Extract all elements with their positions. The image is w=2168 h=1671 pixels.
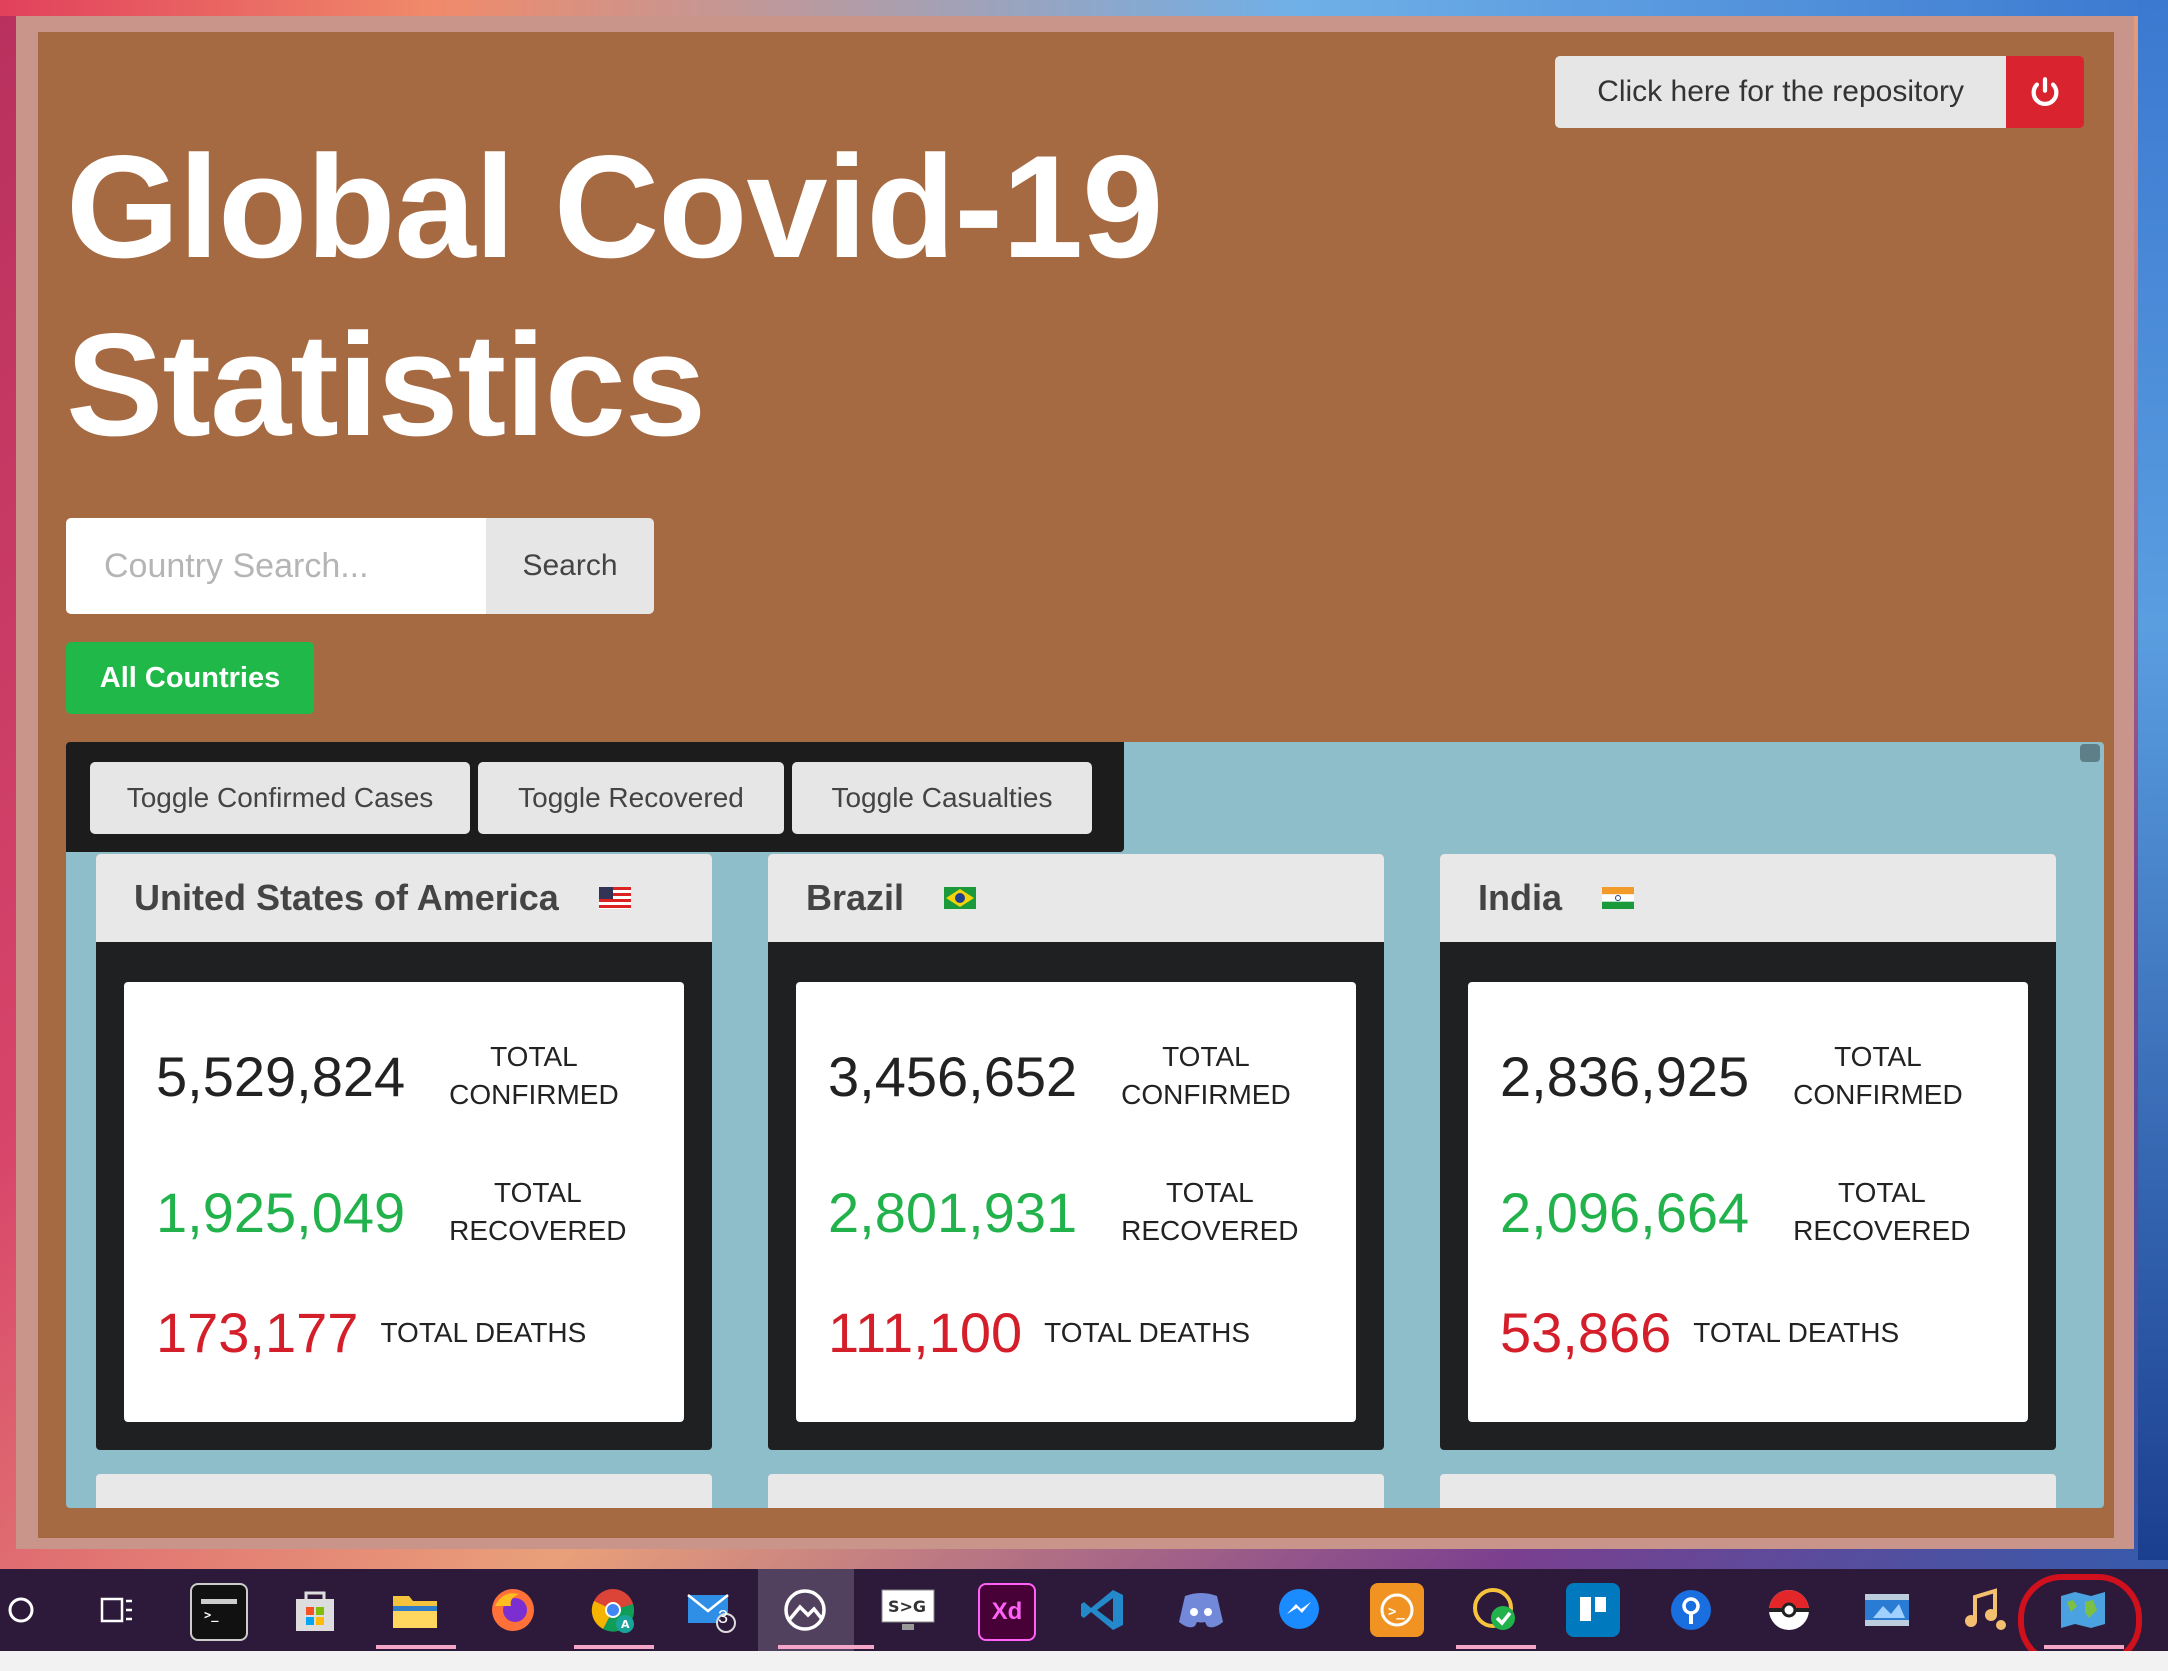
pokeball-icon[interactable]	[1762, 1583, 1816, 1637]
page-title: Global Covid-19 Statistics	[66, 118, 1366, 474]
search-group: Search	[66, 518, 654, 614]
recovered-row: 2,801,931 TOTAL RECOVERED	[828, 1174, 1299, 1250]
repo-group: Click here for the repository	[1555, 56, 2084, 128]
confirmed-value: 2,836,925	[1500, 1044, 1750, 1108]
stats-box: 2,836,925 TOTAL CONFIRMED 2,096,664 TOTAL…	[1468, 982, 2028, 1422]
svg-text:>_: >_	[1388, 1604, 1405, 1620]
music-icon[interactable]	[1958, 1583, 2012, 1637]
search-circle-icon[interactable]	[0, 1583, 48, 1637]
deaths-value: 111,100	[828, 1301, 1023, 1364]
country-card-partial	[96, 1474, 712, 1508]
stats-box: 5,529,824 TOTAL CONFIRMED 1,925,049 TOTAL…	[124, 982, 684, 1422]
recovered-row: 2,096,664 TOTAL RECOVERED	[1500, 1174, 1971, 1250]
svg-text:>_: >_	[204, 1608, 219, 1623]
power-icon	[2031, 77, 2059, 106]
deaths-row: 173,177 TOTAL DEATHS	[156, 1300, 586, 1365]
chrome-icon[interactable]: A	[586, 1583, 640, 1637]
country-card-partial	[768, 1474, 1384, 1508]
deaths-row: 111,100 TOTAL DEATHS	[828, 1300, 1250, 1365]
countries-panel[interactable]: Toggle Confirmed Cases Toggle Recovered …	[66, 742, 2104, 1508]
all-countries-button[interactable]: All Countries	[66, 642, 314, 714]
confirmed-row: 5,529,824 TOTAL CONFIRMED	[156, 1038, 619, 1114]
country-card-brazil: Brazil 3,456,652 TOTAL CONFIRMED 2,801,93…	[768, 854, 1384, 1450]
toggle-bar: Toggle Confirmed Cases Toggle Recovered …	[66, 742, 1124, 852]
country-search-input[interactable]	[66, 518, 486, 614]
taskbar: >_ A 3 S>G Xd >_	[0, 1569, 2168, 1651]
country-card-header: India	[1440, 854, 2056, 942]
photos-running-indicator	[778, 1645, 874, 1649]
deaths-value: 53,866	[1500, 1301, 1672, 1364]
app-body: Click here for the repository Global Cov…	[38, 32, 2114, 1538]
country-name: India	[1478, 877, 1563, 918]
confirmed-value: 3,456,652	[828, 1044, 1078, 1108]
recovered-value: 2,801,931	[828, 1180, 1078, 1244]
title-line-1: Global Covid-19	[66, 125, 1163, 288]
ssh-client-icon[interactable]: >_	[1370, 1583, 1424, 1637]
bottom-strip	[0, 1651, 2168, 1671]
checklist-running-indicator	[1456, 1645, 1536, 1649]
firefox-icon[interactable]	[486, 1583, 540, 1637]
chrome-running-indicator	[574, 1645, 654, 1649]
wallpaper-right	[2138, 0, 2168, 1560]
title-line-2: Statistics	[66, 303, 706, 466]
file-explorer-running-indicator	[376, 1645, 456, 1649]
svg-text:S>G: S>G	[888, 1597, 926, 1616]
country-card-header: United States of America	[96, 854, 712, 942]
keepass-icon[interactable]	[1664, 1583, 1718, 1637]
country-card-usa: United States of America 5,529,824 TOTAL…	[96, 854, 712, 1450]
store-icon[interactable]	[288, 1583, 342, 1637]
trello-icon[interactable]	[1566, 1583, 1620, 1637]
country-name: United States of America	[134, 877, 559, 918]
search-button[interactable]: Search	[486, 518, 654, 614]
country-card-header: Brazil	[768, 854, 1384, 942]
movie-maker-icon[interactable]	[1860, 1583, 1914, 1637]
task-view-icon[interactable]	[90, 1583, 144, 1637]
messenger-icon[interactable]	[1272, 1583, 1326, 1637]
confirmed-label: TOTAL CONFIRMED	[1793, 1041, 1963, 1110]
recovered-label: TOTAL RECOVERED	[449, 1177, 627, 1246]
terminal-icon[interactable]: >_	[190, 1583, 248, 1641]
mail-icon[interactable]: 3	[684, 1583, 738, 1637]
deaths-label: TOTAL DEATHS	[380, 1316, 587, 1348]
sg-app-icon[interactable]: S>G	[880, 1583, 936, 1637]
recovered-value: 2,096,664	[1500, 1180, 1750, 1244]
recovered-label: TOTAL RECOVERED	[1793, 1177, 1971, 1246]
usa-flag-icon	[598, 887, 631, 909]
photos-icon[interactable]	[778, 1583, 832, 1637]
adobe-xd-label: Xd	[991, 1598, 1023, 1625]
confirmed-row: 2,836,925 TOTAL CONFIRMED	[1500, 1038, 1963, 1114]
india-flag-icon	[1602, 887, 1635, 909]
svg-text:A: A	[621, 1618, 630, 1631]
wallpaper-top	[0, 0, 2168, 16]
discord-icon[interactable]	[1174, 1583, 1228, 1637]
confirmed-value: 5,529,824	[156, 1044, 406, 1108]
confirmed-row: 3,456,652 TOTAL CONFIRMED	[828, 1038, 1291, 1114]
country-name: Brazil	[806, 877, 905, 918]
country-card-partial	[1440, 1474, 2056, 1508]
confirmed-label: TOTAL CONFIRMED	[1121, 1041, 1291, 1110]
stats-box: 3,456,652 TOTAL CONFIRMED 2,801,931 TOTAL…	[796, 982, 1356, 1422]
confirmed-label: TOTAL CONFIRMED	[449, 1041, 619, 1110]
checklist-icon[interactable]	[1468, 1583, 1522, 1637]
app-window: Click here for the repository Global Cov…	[16, 16, 2134, 1549]
toggle-casualties-button[interactable]: Toggle Casualties	[792, 762, 1092, 834]
recovered-value: 1,925,049	[156, 1180, 406, 1244]
recovered-label: TOTAL RECOVERED	[1121, 1177, 1299, 1246]
deaths-row: 53,866 TOTAL DEATHS	[1500, 1300, 1899, 1365]
deaths-label: TOTAL DEATHS	[1693, 1316, 1900, 1348]
repository-button[interactable]: Click here for the repository	[1555, 56, 2006, 128]
power-button[interactable]	[2006, 56, 2084, 128]
deaths-label: TOTAL DEATHS	[1044, 1316, 1251, 1348]
toggle-recovered-button[interactable]: Toggle Recovered	[478, 762, 784, 834]
toggle-confirmed-button[interactable]: Toggle Confirmed Cases	[90, 762, 470, 834]
deaths-value: 173,177	[156, 1301, 359, 1364]
file-explorer-icon[interactable]	[388, 1583, 442, 1637]
recovered-row: 1,925,049 TOTAL RECOVERED	[156, 1174, 627, 1250]
adobe-xd-icon[interactable]: Xd	[978, 1583, 1036, 1641]
vscode-icon[interactable]	[1076, 1583, 1130, 1637]
brazil-flag-icon	[944, 887, 977, 909]
country-card-india: India 2,836,925 TOTALCONFIRMED 2,096,66	[1440, 854, 2056, 1450]
scrollbar-thumb[interactable]	[2080, 744, 2100, 762]
mail-badge: 3	[718, 1607, 729, 1627]
